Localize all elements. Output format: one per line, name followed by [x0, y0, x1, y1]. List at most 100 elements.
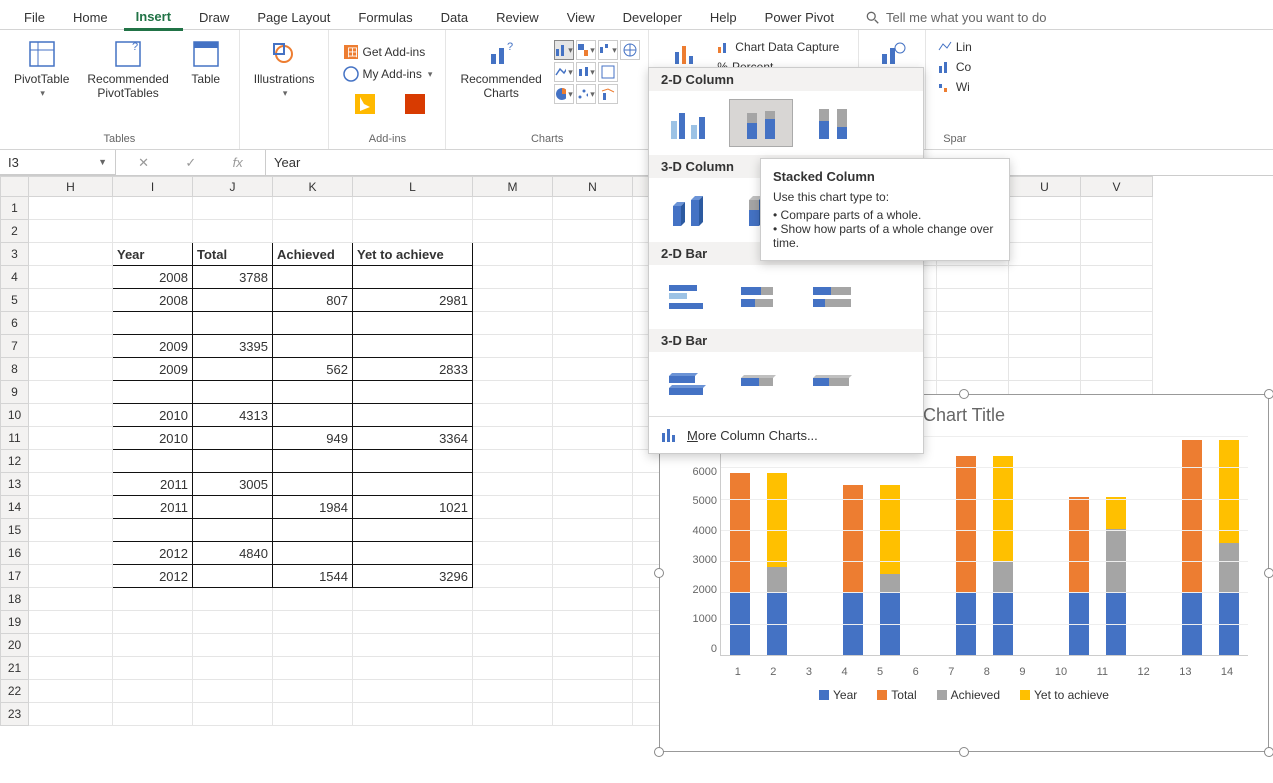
- cell-H18[interactable]: [29, 588, 113, 611]
- bar-4[interactable]: [843, 485, 863, 655]
- cell-L6[interactable]: [353, 312, 473, 335]
- cell-N3[interactable]: [553, 243, 633, 266]
- cell-L19[interactable]: [353, 611, 473, 634]
- col-header-L[interactable]: L: [353, 177, 473, 197]
- cell-J19[interactable]: [193, 611, 273, 634]
- cell-V1[interactable]: [1081, 197, 1153, 220]
- col-header-H[interactable]: H: [29, 177, 113, 197]
- tab-developer[interactable]: Developer: [611, 6, 694, 29]
- cell-I12[interactable]: [113, 450, 193, 473]
- cell-J3[interactable]: Total: [193, 243, 273, 266]
- row-header-3[interactable]: 3: [1, 243, 29, 266]
- cell-U4[interactable]: [1009, 266, 1081, 289]
- cell-H6[interactable]: [29, 312, 113, 335]
- row-header-6[interactable]: 6: [1, 312, 29, 335]
- cell-K14[interactable]: 1984: [273, 496, 353, 519]
- cell-V3[interactable]: [1081, 243, 1153, 266]
- resize-handle-tm[interactable]: [959, 389, 969, 399]
- cell-L16[interactable]: [353, 542, 473, 565]
- cell-N5[interactable]: [553, 289, 633, 312]
- cell-J18[interactable]: [193, 588, 273, 611]
- cell-L5[interactable]: 2981: [353, 289, 473, 312]
- cell-I6[interactable]: [113, 312, 193, 335]
- cell-L8[interactable]: 2833: [353, 358, 473, 381]
- people-graph-button[interactable]: [393, 84, 437, 124]
- cell-H9[interactable]: [29, 381, 113, 404]
- map-chart-button[interactable]: [620, 40, 640, 60]
- cell-L23[interactable]: [353, 703, 473, 726]
- resize-handle-bl[interactable]: [654, 747, 664, 757]
- cell-N19[interactable]: [553, 611, 633, 634]
- cell-J7[interactable]: 3395: [193, 335, 273, 358]
- 100-stacked-column-option[interactable]: [801, 99, 865, 147]
- cell-N22[interactable]: [553, 680, 633, 703]
- fx-icon[interactable]: fx: [233, 155, 243, 170]
- bar-11[interactable]: [1106, 497, 1126, 655]
- row-header-14[interactable]: 14: [1, 496, 29, 519]
- cell-K8[interactable]: 562: [273, 358, 353, 381]
- cell-I21[interactable]: [113, 657, 193, 680]
- sparkline-line-button[interactable]: Lin: [934, 38, 976, 56]
- cell-H17[interactable]: [29, 565, 113, 588]
- cell-U5[interactable]: [1009, 289, 1081, 312]
- cell-I16[interactable]: 2012: [113, 542, 193, 565]
- cell-M1[interactable]: [473, 197, 553, 220]
- cell-M21[interactable]: [473, 657, 553, 680]
- clustered-column-option[interactable]: [657, 99, 721, 147]
- cell-K4[interactable]: [273, 266, 353, 289]
- cell-L12[interactable]: [353, 450, 473, 473]
- cell-I9[interactable]: [113, 381, 193, 404]
- cell-H22[interactable]: [29, 680, 113, 703]
- legend-year[interactable]: Year: [819, 688, 857, 702]
- cell-U1[interactable]: [1009, 197, 1081, 220]
- cell-M19[interactable]: [473, 611, 553, 634]
- cell-I15[interactable]: [113, 519, 193, 542]
- cell-K6[interactable]: [273, 312, 353, 335]
- cancel-formula-icon[interactable]: ✕: [138, 155, 149, 171]
- cell-H13[interactable]: [29, 473, 113, 496]
- column-chart-dropdown[interactable]: [554, 40, 574, 60]
- cell-N10[interactable]: [553, 404, 633, 427]
- row-header-22[interactable]: 22: [1, 680, 29, 703]
- cell-V4[interactable]: [1081, 266, 1153, 289]
- cell-J11[interactable]: [193, 427, 273, 450]
- cell-M16[interactable]: [473, 542, 553, 565]
- cell-J8[interactable]: [193, 358, 273, 381]
- cell-K22[interactable]: [273, 680, 353, 703]
- combo-chart-button[interactable]: [598, 84, 618, 104]
- cell-K17[interactable]: 1544: [273, 565, 353, 588]
- stacked-column-option[interactable]: [729, 99, 793, 147]
- line-chart-dropdown[interactable]: [554, 62, 574, 82]
- cell-K9[interactable]: [273, 381, 353, 404]
- col-header-N[interactable]: N: [553, 177, 633, 197]
- cell-K12[interactable]: [273, 450, 353, 473]
- row-header-15[interactable]: 15: [1, 519, 29, 542]
- cell-J10[interactable]: 4313: [193, 404, 273, 427]
- cell-M4[interactable]: [473, 266, 553, 289]
- cell-H15[interactable]: [29, 519, 113, 542]
- cell-H3[interactable]: [29, 243, 113, 266]
- cell-N20[interactable]: [553, 634, 633, 657]
- cell-V2[interactable]: [1081, 220, 1153, 243]
- row-header-16[interactable]: 16: [1, 542, 29, 565]
- pivotchart-button[interactable]: [598, 62, 618, 82]
- cell-K23[interactable]: [273, 703, 353, 726]
- cell-U7[interactable]: [1009, 335, 1081, 358]
- 100-stacked-bar-option[interactable]: [801, 273, 865, 321]
- bar-5[interactable]: [880, 485, 900, 655]
- cell-H19[interactable]: [29, 611, 113, 634]
- cell-K18[interactable]: [273, 588, 353, 611]
- cell-N14[interactable]: [553, 496, 633, 519]
- bar-14[interactable]: [1219, 440, 1239, 655]
- bar-8[interactable]: [993, 456, 1013, 655]
- 3d-stacked-bar-option[interactable]: [729, 360, 793, 408]
- cell-L4[interactable]: [353, 266, 473, 289]
- row-header-9[interactable]: 9: [1, 381, 29, 404]
- cell-L22[interactable]: [353, 680, 473, 703]
- cell-H4[interactable]: [29, 266, 113, 289]
- row-header-1[interactable]: 1: [1, 197, 29, 220]
- row-header-21[interactable]: 21: [1, 657, 29, 680]
- bar-13[interactable]: [1182, 440, 1202, 655]
- clustered-bar-option[interactable]: [657, 273, 721, 321]
- cell-N18[interactable]: [553, 588, 633, 611]
